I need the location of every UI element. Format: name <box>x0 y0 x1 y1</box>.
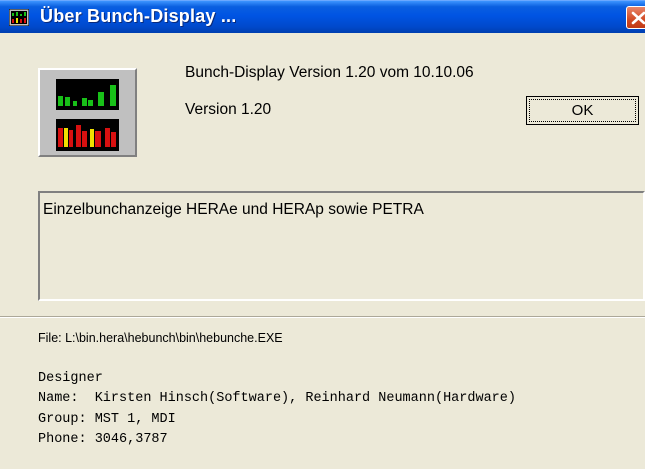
bunch-display-app-icon <box>38 68 137 157</box>
designer-names: Name: Kirsten Hinsch(Software), Reinhard… <box>38 391 516 406</box>
ok-button[interactable]: OK <box>526 96 639 125</box>
bunch-display-icon <box>8 8 30 27</box>
close-button[interactable] <box>626 6 645 29</box>
description-box: Einzelbunchanzeige HERAe und HERAp sowie… <box>38 191 645 301</box>
window-title: Über Bunch-Display ... <box>40 6 237 26</box>
designer-phone: Phone: 3046,3787 <box>38 432 168 447</box>
designer-heading: Designer <box>38 371 103 386</box>
separator <box>0 316 645 318</box>
title-bar[interactable]: Über Bunch-Display ... <box>0 0 645 33</box>
about-dialog: Über Bunch-Display ... Bunch-Display Ver… <box>0 0 645 469</box>
version-full-label: Bunch-Display Version 1.20 vom 10.10.06 <box>185 64 474 81</box>
description-text: Einzelbunchanzeige HERAe und HERAp sowie… <box>43 201 424 218</box>
version-label: Version 1.20 <box>185 101 272 118</box>
designer-group: Group: MST 1, MDI <box>38 412 176 427</box>
ok-button-label: OK <box>571 102 594 119</box>
close-icon <box>631 11 645 25</box>
file-path-label: File: L:\bin.hera\hebunch\bin\hebunche.E… <box>38 331 283 345</box>
